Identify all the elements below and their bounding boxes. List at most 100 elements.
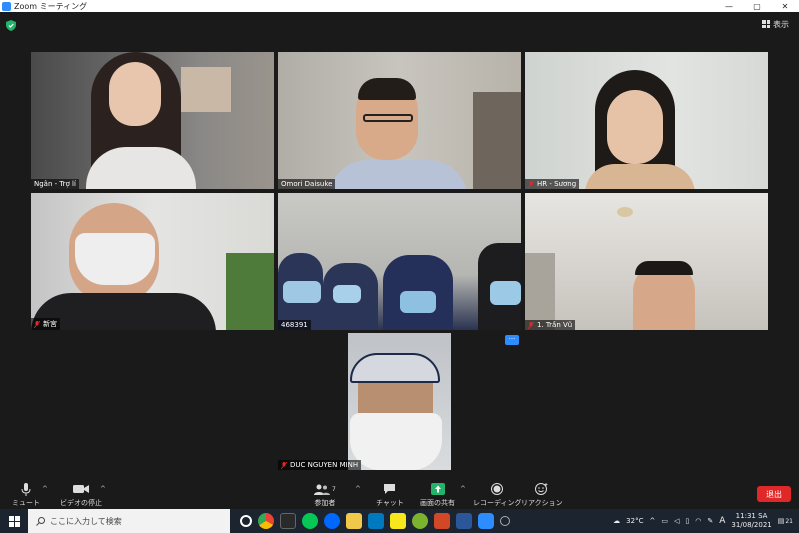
- meeting-toolbar: ミュート ^ ビデオの停止 ^ 7 参加者 ^ チャット 画面の共有 ^ レコー…: [0, 480, 799, 509]
- face-mask: [400, 291, 436, 313]
- search-icon: [36, 516, 45, 526]
- speaker-icon[interactable]: ◁: [674, 517, 679, 525]
- participant-nametag: 468391: [278, 320, 311, 330]
- participants-button[interactable]: 7 参加者: [314, 482, 336, 508]
- participant-nametag: 新宮: [31, 318, 60, 330]
- share-options-caret[interactable]: ^: [460, 485, 466, 493]
- sticky-notes-icon[interactable]: [390, 513, 406, 529]
- video-camera-icon: [73, 482, 89, 496]
- taskbar-apps: [240, 513, 510, 529]
- close-button[interactable]: ✕: [771, 0, 799, 12]
- participant-nametag: 1. Trần Vũ: [525, 320, 576, 330]
- face-mask: [75, 233, 155, 285]
- chevron-up-icon[interactable]: ^: [649, 517, 655, 525]
- participant-hair: [635, 261, 693, 275]
- line-icon[interactable]: [302, 513, 318, 529]
- participant-shirt: [585, 164, 695, 189]
- smiley-icon: [535, 482, 548, 496]
- security-shield-icon[interactable]: [6, 20, 16, 31]
- people-icon[interactable]: [500, 516, 510, 526]
- wechat-icon[interactable]: [412, 513, 428, 529]
- video-tile-468391[interactable]: 468391: [278, 193, 521, 330]
- search-placeholder: ここに入力して検索: [50, 516, 122, 526]
- reactions-button[interactable]: リアクション: [521, 482, 563, 508]
- video-tile-duc-nguyen-minh[interactable]: ··· DUC NGUYEN MINH: [278, 333, 521, 470]
- participant-shirt: [328, 160, 468, 189]
- ime-indicator[interactable]: A: [719, 516, 725, 526]
- participant-face: [607, 90, 663, 164]
- trello-icon[interactable]: [368, 513, 384, 529]
- weather-temperature[interactable]: 32°C: [626, 517, 643, 525]
- more-options-button[interactable]: ···: [505, 335, 519, 345]
- clock-date: 31/08/2021: [731, 521, 772, 529]
- notification-center[interactable]: ▤ 21: [778, 517, 793, 525]
- participant-nametag: HR - Sương: [525, 179, 580, 189]
- participants-options-caret[interactable]: ^: [355, 485, 361, 493]
- door: [473, 92, 521, 189]
- mic-muted-icon: [528, 180, 534, 188]
- view-label: 表示: [773, 19, 789, 29]
- mute-button[interactable]: ミュート: [12, 482, 40, 508]
- participant-nametag: Omori Daisuke: [278, 179, 336, 189]
- chat-bubble-icon: [383, 482, 396, 496]
- video-tile-hr-suong[interactable]: HR - Sương: [525, 52, 768, 189]
- participant-face: [358, 383, 433, 413]
- minimize-button[interactable]: —: [715, 0, 743, 12]
- app-icon[interactable]: [280, 513, 296, 529]
- video-tile-omori[interactable]: Omori Daisuke: [278, 52, 521, 189]
- zalo-icon[interactable]: [324, 513, 340, 529]
- participant-face: [109, 62, 161, 126]
- wall-picture: [181, 67, 231, 112]
- powerpoint-icon[interactable]: [434, 513, 450, 529]
- video-tile-shingu[interactable]: 新宮: [31, 193, 274, 330]
- meeting-area: 表示 Ngân - Trợ lí Omori Daisuke HR - Sươn…: [0, 12, 799, 480]
- participants-icon: 7: [314, 482, 336, 496]
- notification-icon: ▤: [777, 517, 785, 525]
- glasses: [363, 114, 413, 122]
- clock-time: 11:31 SA: [735, 512, 768, 520]
- system-tray: ☁ 32°C ^ ▭ ◁ ▯ ◠ ✎ A 11:31 SA 31/08/2021…: [613, 509, 799, 533]
- video-options-caret[interactable]: ^: [100, 485, 106, 493]
- chrome-icon[interactable]: [258, 513, 274, 529]
- file-explorer-icon[interactable]: [346, 513, 362, 529]
- wall-side: [525, 253, 555, 330]
- maximize-button[interactable]: ▢: [743, 0, 771, 12]
- wifi-icon[interactable]: ◠: [695, 517, 701, 525]
- face-mask: [333, 285, 361, 303]
- leave-meeting-button[interactable]: 退出: [757, 486, 791, 502]
- network-icon[interactable]: ▭: [661, 517, 668, 525]
- notification-count: 21: [785, 517, 793, 525]
- video-tile-ngan[interactable]: Ngân - Trợ lí: [31, 52, 274, 189]
- start-button[interactable]: [0, 509, 28, 533]
- weather-cloud-icon[interactable]: ☁: [613, 517, 620, 525]
- clock[interactable]: 11:31 SA 31/08/2021: [731, 512, 771, 530]
- task-view-icon[interactable]: [240, 515, 252, 527]
- windows-logo-icon: [8, 515, 20, 527]
- participant-hair: [358, 78, 416, 100]
- taskbar-search[interactable]: ここに入力して検索: [28, 509, 230, 533]
- windows-taskbar: ここに入力して検索 ☁ 32°C ^ ▭ ◁ ▯ ◠ ✎ A 11:31 SA …: [0, 509, 799, 533]
- window-title: Zoom ミーティング: [14, 1, 88, 11]
- zoom-taskbar-icon[interactable]: [478, 513, 494, 529]
- chat-button[interactable]: チャット: [376, 482, 404, 508]
- face-mask: [283, 281, 321, 303]
- share-screen-icon: [430, 482, 445, 496]
- mute-options-caret[interactable]: ^: [42, 485, 48, 493]
- plant: [226, 253, 274, 330]
- record-button[interactable]: レコーディング: [473, 482, 522, 508]
- mic-muted-icon: [281, 461, 287, 469]
- mic-muted-icon: [34, 320, 40, 328]
- view-button[interactable]: 表示: [758, 17, 793, 31]
- word-icon[interactable]: [456, 513, 472, 529]
- stop-video-button[interactable]: ビデオの停止: [60, 482, 102, 508]
- mic-muted-icon: [528, 321, 534, 329]
- participant-nametag: Ngân - Trợ lí: [31, 179, 79, 189]
- microphone-icon: [21, 482, 31, 496]
- share-screen-button[interactable]: 画面の共有: [420, 482, 455, 508]
- battery-icon[interactable]: ▯: [685, 517, 689, 525]
- window-titlebar: Zoom ミーティング — ▢ ✕: [0, 0, 799, 12]
- zoom-logo-icon: [2, 1, 11, 11]
- video-tile-tran-vu[interactable]: 1. Trần Vũ: [525, 193, 768, 330]
- pen-icon[interactable]: ✎: [707, 517, 713, 525]
- gallery-view-icon: [762, 20, 770, 28]
